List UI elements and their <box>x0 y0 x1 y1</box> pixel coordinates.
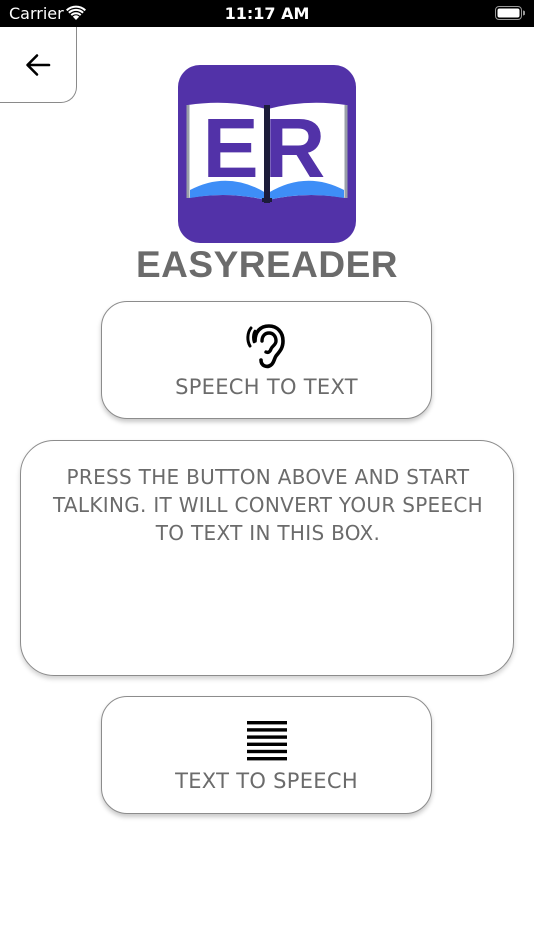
status-bar: Carrier 11:17 AM <box>0 0 534 27</box>
ear-icon <box>245 324 285 369</box>
app-title: EASYREADER <box>136 244 398 285</box>
speech-to-text-button[interactable]: SPEECH TO TEXT <box>101 301 432 419</box>
app-logo: ER <box>178 65 356 243</box>
battery-icon <box>495 6 525 20</box>
text-to-speech-label: TEXT TO SPEECH <box>175 769 358 793</box>
speech-to-text-label: SPEECH TO TEXT <box>175 375 358 399</box>
speech-text-content: PRESS THE BUTTON ABOVE AND START TALKING… <box>52 465 484 545</box>
arrow-left-icon <box>26 53 51 76</box>
text-lines-icon <box>246 721 287 761</box>
logo-letters: ER <box>203 101 332 195</box>
speech-text-box[interactable]: PRESS THE BUTTON ABOVE AND START TALKING… <box>20 440 514 676</box>
clock: 11:17 AM <box>224 4 310 23</box>
back-button[interactable] <box>0 27 77 103</box>
text-to-speech-button[interactable]: TEXT TO SPEECH <box>101 696 432 814</box>
